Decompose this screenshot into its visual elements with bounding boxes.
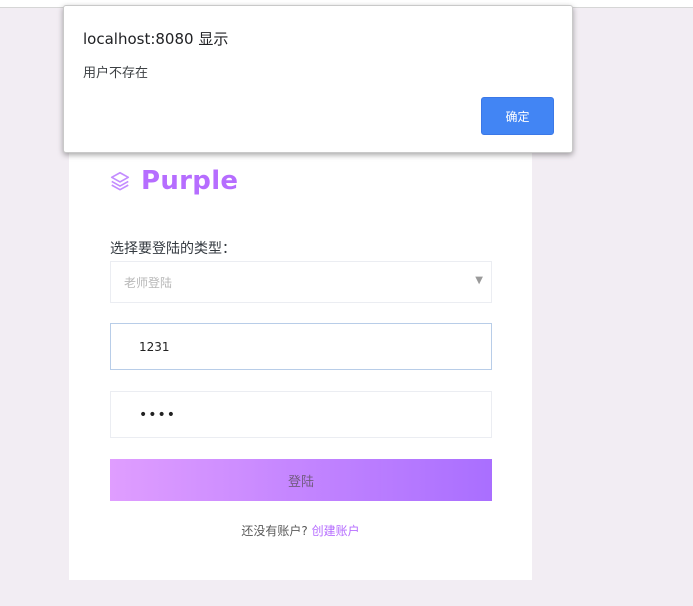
- caret-down-icon: ▼: [475, 275, 483, 286]
- layers-icon: [109, 170, 131, 192]
- password-value: ••••: [139, 406, 177, 423]
- brand-logo: Purple: [109, 164, 238, 198]
- signup-prompt: 还没有账户? 创建账户: [69, 522, 532, 539]
- brand-name: Purple: [141, 166, 239, 196]
- alert-ok-button[interactable]: 确定: [481, 97, 554, 135]
- login-type-value: 老师登陆: [124, 275, 173, 290]
- alert-message: 用户不存在: [83, 66, 149, 81]
- signup-text: 还没有账户?: [241, 524, 308, 538]
- username-input[interactable]: 1231: [110, 323, 492, 370]
- alert-dialog: localhost:8080 显示 用户不存在 确定: [63, 5, 573, 153]
- login-type-label: 选择要登陆的类型：: [110, 241, 236, 257]
- login-card: Purple 选择要登陆的类型： 老师登陆 ▼ 1231 •••• 登陆 还没有…: [69, 150, 532, 580]
- username-value: 1231: [139, 339, 170, 354]
- login-button[interactable]: 登陆: [110, 459, 492, 501]
- alert-title: localhost:8080 显示: [83, 30, 229, 48]
- password-input[interactable]: ••••: [110, 391, 492, 438]
- create-account-link[interactable]: 创建账户: [312, 524, 360, 538]
- login-type-select[interactable]: 老师登陆 ▼: [110, 261, 492, 303]
